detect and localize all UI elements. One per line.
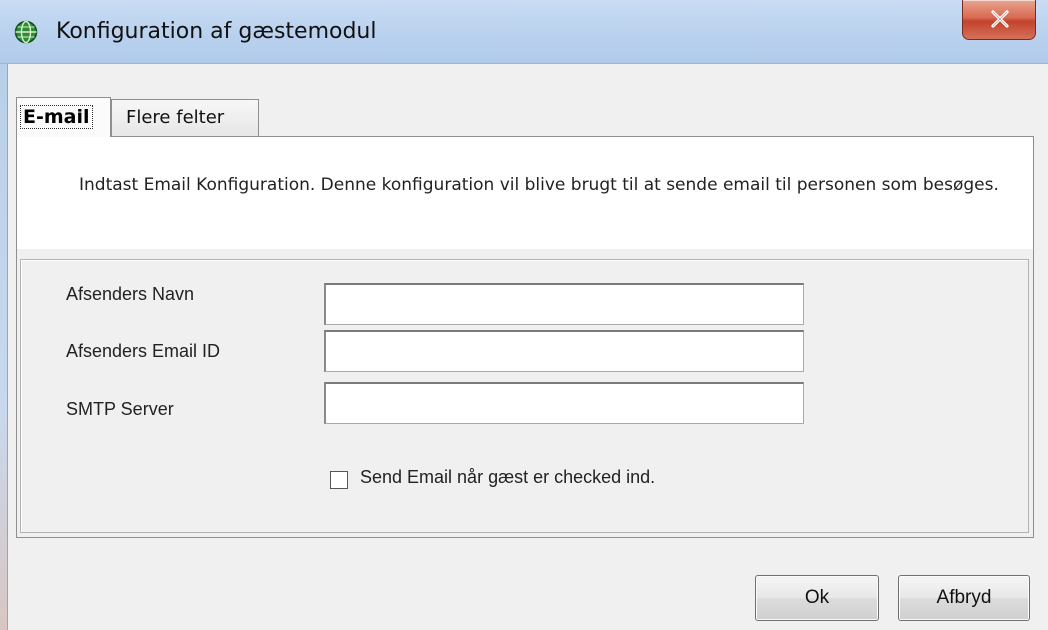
tab-more-fields-label: Flere felter xyxy=(126,107,225,128)
sender-email-label: Afsenders Email ID xyxy=(66,341,221,361)
close-button[interactable] xyxy=(962,0,1036,40)
globe-icon xyxy=(14,20,38,44)
tab-more-fields[interactable]: Flere felter xyxy=(111,99,259,137)
title-bar: Konfiguration af gæstemodul xyxy=(0,0,1048,64)
window-title: Konfiguration af gæstemodul xyxy=(56,19,377,44)
description-panel: Indtast Email Konfiguration. Denne konfi… xyxy=(17,137,1033,249)
smtp-server-label: SMTP Server xyxy=(66,399,174,419)
ok-button[interactable]: Ok xyxy=(755,575,879,621)
window-frame-edge xyxy=(0,64,8,630)
sender-email-input[interactable] xyxy=(324,330,804,372)
send-email-checkbox-label[interactable]: Send Email når gæst er checked ind. xyxy=(360,467,655,488)
send-email-checkbox[interactable] xyxy=(330,471,348,489)
smtp-server-input[interactable] xyxy=(324,382,804,424)
cancel-button[interactable]: Afbryd xyxy=(898,575,1030,621)
close-icon xyxy=(991,10,1009,28)
sender-name-label: Afsenders Navn xyxy=(66,284,195,304)
description-text: Indtast Email Konfiguration. Denne konfi… xyxy=(79,175,999,195)
tab-email[interactable]: E-mail xyxy=(16,97,111,137)
tab-email-label: E-mail xyxy=(20,105,93,129)
sender-name-input[interactable] xyxy=(324,283,804,325)
